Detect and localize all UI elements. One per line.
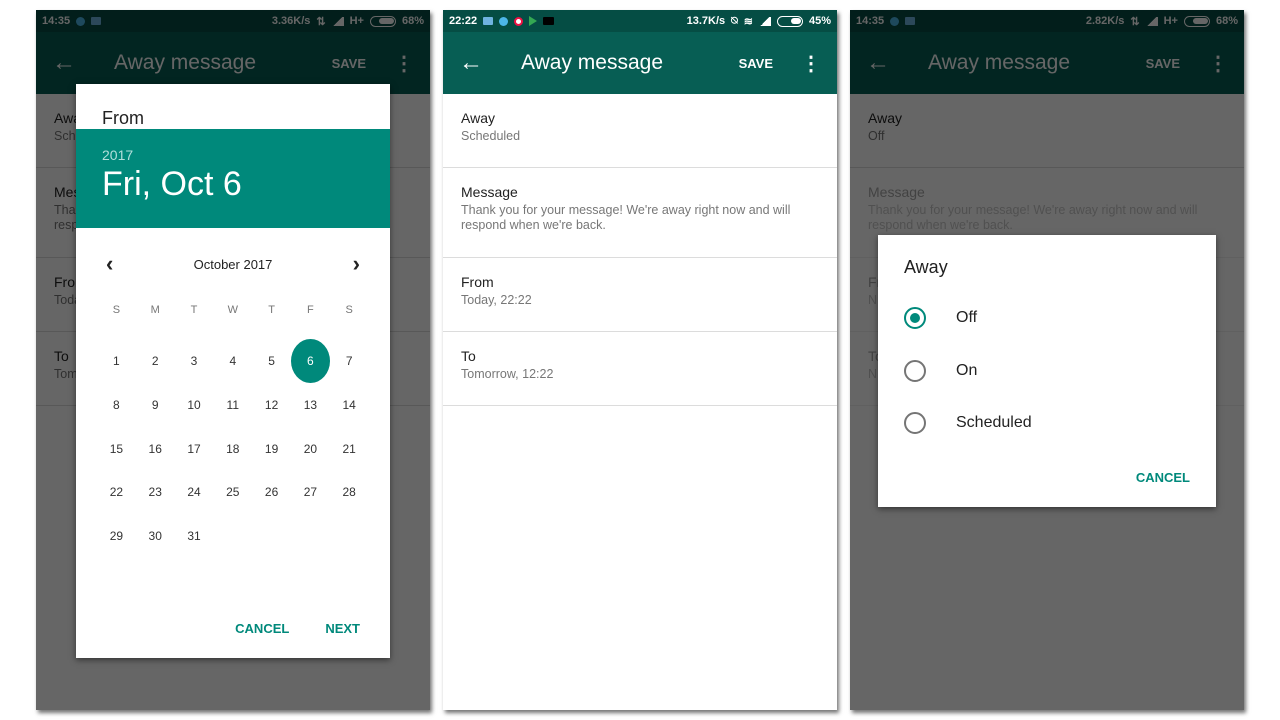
list-item-from[interactable]: From Today, 22:22: [443, 258, 837, 332]
app-notification-icon: [499, 16, 509, 26]
calendar-day[interactable]: 26: [252, 470, 291, 514]
network-speed: 13.7K/s: [686, 15, 726, 27]
calendar-day[interactable]: 13: [291, 383, 330, 427]
radio-option-off[interactable]: Off: [904, 292, 1190, 345]
calendar-day[interactable]: 11: [213, 383, 252, 427]
item-label: To: [461, 348, 476, 364]
year-label[interactable]: 2017: [102, 147, 364, 163]
list-item-away[interactable]: Away Scheduled: [443, 94, 837, 168]
weekday-header: M: [150, 304, 160, 316]
calendar-day[interactable]: 15: [97, 427, 136, 471]
screen-away-settings: 22:22 13.7K/s ⍉ ≋ 45% ← Away message SAV…: [443, 10, 837, 710]
next-button[interactable]: NEXT: [325, 621, 360, 636]
dialog-title: Away: [904, 257, 948, 277]
calendar-day[interactable]: 5: [252, 340, 291, 384]
app-bar: ← Away message SAVE ⋮: [443, 32, 837, 94]
google-icon: [514, 16, 524, 26]
save-button[interactable]: SAVE: [739, 56, 773, 71]
radio-option-on[interactable]: On: [904, 345, 1190, 398]
calendar-day[interactable]: 8: [97, 383, 136, 427]
item-value: Scheduled: [461, 129, 521, 143]
screen-away-dialog: 14:35 2.82K/s ⇅ H+ 68% ← Away message SA…: [850, 10, 1244, 710]
weekday-header: S: [112, 304, 121, 316]
option-label: Off: [956, 309, 978, 327]
calendar-day[interactable]: 2: [136, 340, 175, 384]
month-label: October 2017: [193, 256, 273, 272]
play-store-icon: [529, 16, 538, 26]
item-label: From: [461, 274, 494, 290]
cancel-button[interactable]: CANCEL: [235, 621, 289, 636]
pay-icon: [543, 17, 555, 25]
battery-percent: 45%: [808, 15, 831, 27]
date-picker-dialog: From 2017 Fri, Oct 6 ‹ October 2017 › SM…: [76, 84, 390, 658]
selected-date-label: Fri, Oct 6: [102, 165, 242, 203]
calendar-day[interactable]: 7: [330, 340, 369, 384]
calendar-day[interactable]: 17: [175, 427, 214, 471]
previous-month-icon[interactable]: ‹: [106, 251, 113, 277]
page-title: Away message: [521, 51, 664, 74]
weekday-header: W: [227, 304, 238, 316]
calendar-day[interactable]: 28: [330, 470, 369, 514]
calendar-day[interactable]: 20: [291, 427, 330, 471]
radio-option-scheduled[interactable]: Scheduled: [904, 397, 1190, 450]
radio-checked-icon[interactable]: [904, 307, 926, 330]
item-value: Today, 22:22: [461, 293, 532, 307]
more-options-icon[interactable]: ⋮: [801, 51, 821, 76]
list-item-to[interactable]: To Tomorrow, 12:22: [443, 332, 837, 406]
calendar-day[interactable]: 10: [175, 383, 214, 427]
calendar-day[interactable]: 18: [213, 427, 252, 471]
dialog-title: From: [102, 108, 144, 128]
calendar-day[interactable]: 1: [97, 340, 136, 384]
option-label: Scheduled: [956, 414, 1032, 432]
month-navigation: ‹ October 2017 ›: [76, 246, 390, 282]
item-label: Away: [461, 110, 495, 126]
cancel-button[interactable]: CANCEL: [1136, 470, 1190, 485]
calendar-day[interactable]: 19: [252, 427, 291, 471]
option-label: On: [956, 361, 978, 379]
next-month-icon[interactable]: ›: [353, 251, 360, 277]
calendar-day[interactable]: 4: [213, 340, 252, 384]
weekday-header: F: [307, 304, 314, 316]
calendar-day[interactable]: 29: [97, 514, 136, 558]
calendar-day[interactable]: 30: [136, 514, 175, 558]
calendar-day[interactable]: 21: [330, 427, 369, 471]
weekday-header: T: [268, 304, 275, 316]
battery-icon: [776, 15, 803, 27]
settings-list: Away Scheduled Message Thank you for your …: [443, 94, 837, 406]
calendar-day[interactable]: 16: [136, 427, 175, 471]
mute-bell-icon: ⍉: [731, 14, 738, 27]
status-bar: 22:22 13.7K/s ⍉ ≋ 45%: [443, 10, 837, 32]
item-value: Thank you for your message! We're away r…: [461, 203, 791, 232]
dialog-actions: CANCEL NEXT: [235, 621, 360, 636]
calendar-day[interactable]: 31: [175, 514, 214, 558]
calendar-day[interactable]: 24: [175, 470, 214, 514]
calendar-grid: S M T W T F S 1 2 3 4 5 6 7 8 9 10 11 12 13 14 15 16 17 18 19 20 21…: [97, 296, 369, 558]
radio-unchecked-icon[interactable]: [904, 412, 926, 435]
away-dialog: Away Off On Scheduled CANCEL: [878, 235, 1216, 507]
back-arrow-icon[interactable]: ←: [459, 49, 499, 77]
calendar-day[interactable]: 27: [291, 470, 330, 514]
item-label: Message: [461, 184, 518, 200]
app-notification-icon: [483, 17, 494, 25]
calendar-day[interactable]: 23: [136, 470, 175, 514]
screen-date-picker: 14:35 3.36K/s ⇅ H+ 68% ← Away message SA…: [36, 10, 430, 710]
weekday-header: T: [190, 304, 198, 316]
calendar-day[interactable]: 14: [330, 383, 369, 427]
status-time: 22:22: [449, 15, 478, 27]
weekday-header: S: [345, 304, 353, 316]
calendar-day[interactable]: 3: [175, 340, 214, 384]
calendar-day[interactable]: 25: [213, 470, 252, 514]
calendar-day[interactable]: 9: [136, 383, 175, 427]
calendar-day[interactable]: 12: [252, 383, 291, 427]
signal-icon: [758, 16, 771, 26]
calendar-day-selected[interactable]: 6: [290, 339, 330, 384]
date-header: 2017 Fri, Oct 6: [76, 129, 390, 228]
list-item-message[interactable]: Message Thank you for your message! We're…: [443, 168, 837, 258]
item-value: Tomorrow, 12:22: [461, 367, 554, 381]
calendar-day[interactable]: 22: [97, 470, 136, 514]
radio-unchecked-icon[interactable]: [904, 359, 926, 382]
wifi-icon: ≋: [743, 15, 753, 28]
